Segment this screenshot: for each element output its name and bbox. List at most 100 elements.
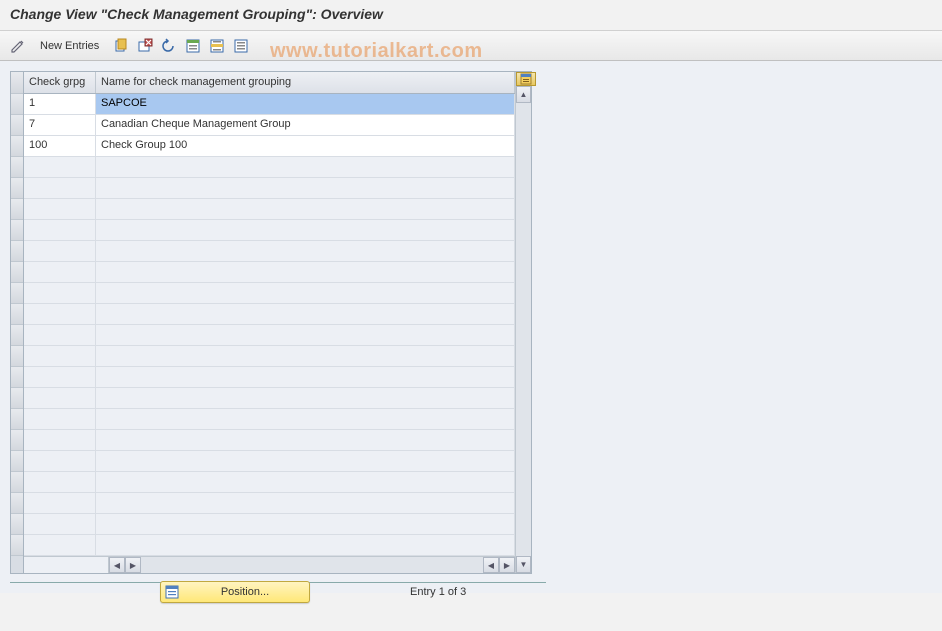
- toggle-display-change-icon[interactable]: [8, 36, 28, 56]
- cell-check-grpg[interactable]: [24, 535, 96, 555]
- select-block-icon[interactable]: [207, 36, 227, 56]
- copy-as-icon[interactable]: [111, 36, 131, 56]
- cell-name[interactable]: SAPCOE: [96, 94, 515, 114]
- cell-name[interactable]: [96, 346, 515, 366]
- table-row: 1SAPCOE: [24, 94, 515, 115]
- delete-icon[interactable]: [135, 36, 155, 56]
- row-selector[interactable]: [11, 388, 23, 409]
- table-config-icon[interactable]: [516, 72, 536, 86]
- cell-name[interactable]: Canadian Cheque Management Group: [96, 115, 515, 135]
- table-row: [24, 388, 515, 409]
- cell-name[interactable]: [96, 367, 515, 387]
- cell-check-grpg[interactable]: [24, 346, 96, 366]
- table-row: [24, 535, 515, 556]
- cell-name[interactable]: [96, 388, 515, 408]
- cell-name[interactable]: [96, 325, 515, 345]
- row-selector[interactable]: [11, 283, 23, 304]
- table-row: 100Check Group 100: [24, 136, 515, 157]
- undo-change-icon[interactable]: [159, 36, 179, 56]
- vscroll-track[interactable]: [516, 103, 531, 556]
- table-row: [24, 346, 515, 367]
- scroll-down-icon[interactable]: ▼: [516, 556, 531, 573]
- cell-name[interactable]: Check Group 100: [96, 136, 515, 156]
- table-row: [24, 430, 515, 451]
- row-selector[interactable]: [11, 346, 23, 367]
- cell-check-grpg[interactable]: [24, 199, 96, 219]
- cell-check-grpg[interactable]: [24, 241, 96, 261]
- row-selector[interactable]: [11, 535, 23, 556]
- new-entries-button[interactable]: New Entries: [32, 38, 107, 54]
- table-row: [24, 325, 515, 346]
- row-selector[interactable]: [11, 241, 23, 262]
- table-row: [24, 493, 515, 514]
- cell-name[interactable]: [96, 451, 515, 471]
- scroll-up-icon[interactable]: ▲: [516, 86, 531, 103]
- cell-name[interactable]: [96, 409, 515, 429]
- cell-name[interactable]: [96, 220, 515, 240]
- cell-check-grpg[interactable]: [24, 283, 96, 303]
- row-selector[interactable]: [11, 115, 23, 136]
- cell-name[interactable]: [96, 262, 515, 282]
- cell-name[interactable]: [96, 241, 515, 261]
- column-header-check-grpg[interactable]: Check grpg: [24, 72, 96, 93]
- cell-name[interactable]: [96, 514, 515, 534]
- cell-name[interactable]: [96, 472, 515, 492]
- cell-check-grpg[interactable]: [24, 304, 96, 324]
- hscroll-track[interactable]: [141, 557, 483, 573]
- scroll-right-step-icon[interactable]: ◀: [483, 557, 499, 573]
- row-selector[interactable]: [11, 430, 23, 451]
- select-all-icon[interactable]: [183, 36, 203, 56]
- row-selector[interactable]: [11, 325, 23, 346]
- row-selector[interactable]: [11, 199, 23, 220]
- cell-check-grpg[interactable]: [24, 262, 96, 282]
- cell-check-grpg[interactable]: [24, 157, 96, 177]
- cell-check-grpg[interactable]: [24, 430, 96, 450]
- row-selector[interactable]: [11, 367, 23, 388]
- row-selector[interactable]: [11, 493, 23, 514]
- row-selector[interactable]: [11, 157, 23, 178]
- table-row: [24, 283, 515, 304]
- table-row: [24, 178, 515, 199]
- cell-check-grpg[interactable]: [24, 325, 96, 345]
- cell-check-grpg[interactable]: [24, 514, 96, 534]
- cell-check-grpg[interactable]: [24, 367, 96, 387]
- deselect-all-icon[interactable]: [231, 36, 251, 56]
- cell-check-grpg[interactable]: [24, 178, 96, 198]
- table-row: [24, 241, 515, 262]
- position-button[interactable]: Position...: [160, 581, 310, 603]
- cell-name[interactable]: [96, 493, 515, 513]
- table-row: [24, 304, 515, 325]
- cell-name[interactable]: [96, 535, 515, 555]
- row-selector[interactable]: [11, 514, 23, 535]
- row-selector[interactable]: [11, 262, 23, 283]
- cell-name[interactable]: [96, 304, 515, 324]
- row-selector[interactable]: [11, 409, 23, 430]
- cell-name[interactable]: [96, 199, 515, 219]
- cell-check-grpg[interactable]: [24, 451, 96, 471]
- scroll-left-step-icon[interactable]: ▶: [125, 557, 141, 573]
- row-selector[interactable]: [11, 451, 23, 472]
- cell-name[interactable]: [96, 430, 515, 450]
- cell-check-grpg[interactable]: [24, 493, 96, 513]
- row-selector-header[interactable]: [11, 72, 23, 94]
- cell-check-grpg[interactable]: [24, 472, 96, 492]
- scroll-left-icon[interactable]: ◀: [109, 557, 125, 573]
- cell-check-grpg[interactable]: 100: [24, 136, 96, 156]
- column-header-name[interactable]: Name for check management grouping: [96, 72, 515, 93]
- scroll-right-icon[interactable]: ▶: [499, 557, 515, 573]
- cell-check-grpg[interactable]: [24, 220, 96, 240]
- cell-name[interactable]: [96, 283, 515, 303]
- table-row: [24, 514, 515, 535]
- cell-check-grpg[interactable]: [24, 388, 96, 408]
- cell-check-grpg[interactable]: [24, 409, 96, 429]
- cell-check-grpg[interactable]: 7: [24, 115, 96, 135]
- row-selector[interactable]: [11, 94, 23, 115]
- cell-name[interactable]: [96, 157, 515, 177]
- cell-check-grpg[interactable]: 1: [24, 94, 96, 114]
- row-selector[interactable]: [11, 304, 23, 325]
- row-selector[interactable]: [11, 472, 23, 493]
- row-selector[interactable]: [11, 136, 23, 157]
- cell-name[interactable]: [96, 178, 515, 198]
- row-selector[interactable]: [11, 178, 23, 199]
- row-selector[interactable]: [11, 220, 23, 241]
